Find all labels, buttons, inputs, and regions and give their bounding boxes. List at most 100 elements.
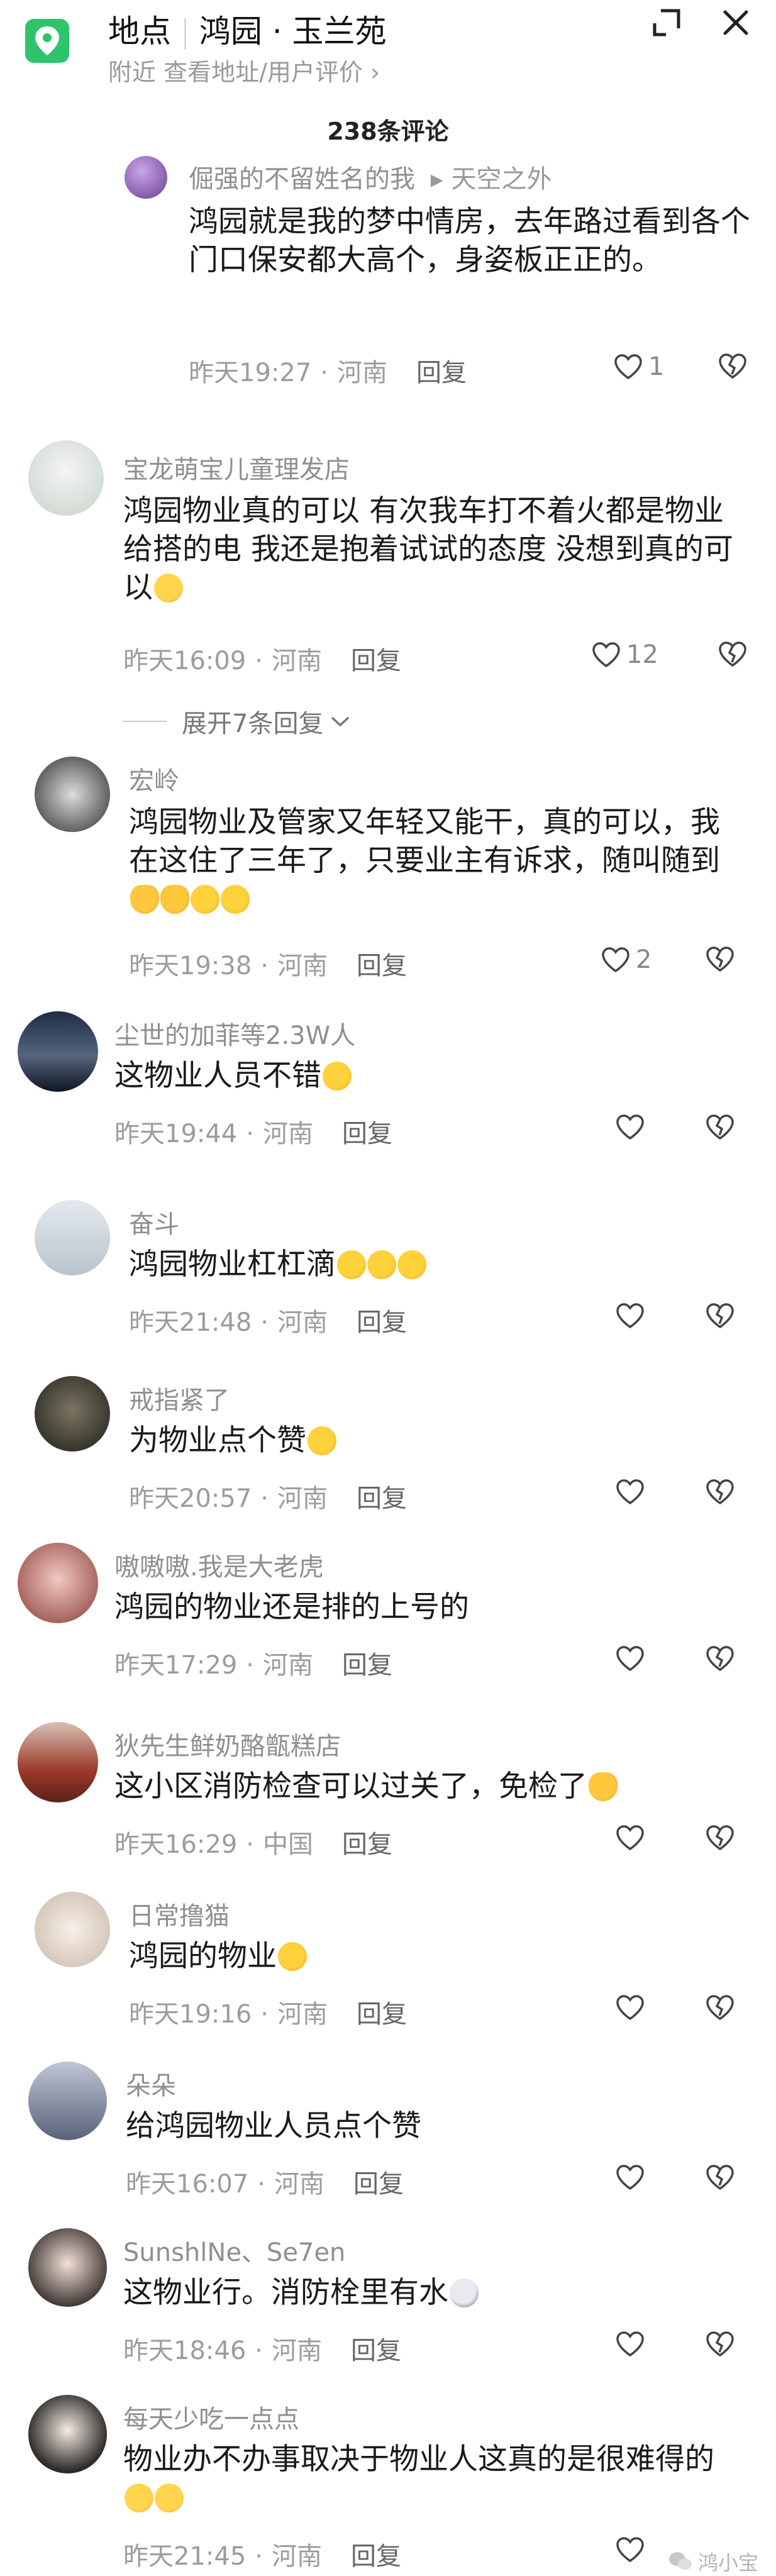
close-icon[interactable] [717,4,755,42]
reply-button[interactable]: 回复 [342,1119,392,1148]
reply-button[interactable]: 回复 [357,1308,407,1337]
like-count: 1 [648,352,665,381]
comment-username[interactable]: 朵朵 [126,2065,176,2102]
avatar[interactable] [35,1200,110,1275]
comment-region: 河南 [337,358,387,387]
comment-text: 鸿园物业真的可以 有次我车打不着火都是物业给搭的电 我还是抱着试试的态度 没想到… [123,494,733,605]
comment-text: 这小区消防检查可以过关了，免检了 [114,1767,743,1806]
avatar[interactable] [28,2062,107,2140]
comment-username[interactable]: 奋斗 [129,1204,179,1240]
like-button[interactable] [615,1113,650,1141]
laughing-crying-emoji-icon [154,574,183,602]
dislike-button[interactable] [704,2163,736,2194]
reply-button[interactable]: 回复 [342,1830,392,1859]
comment-username[interactable]: 日常撸猫 [129,1896,230,1932]
like-button[interactable]: 2 [601,945,651,974]
watermark: 鸿小宝 [668,2547,758,2576]
dislike-button[interactable] [704,2330,736,2360]
reply-button[interactable]: 回复 [416,358,467,387]
avatar[interactable] [18,1011,98,1092]
broken-heart-icon [706,1114,734,1140]
avatar[interactable] [18,1722,98,1802]
heart-icon [592,642,620,668]
comment-username[interactable]: 宏岭 [129,760,179,797]
dislike-button[interactable] [704,1302,736,1332]
dislike-button[interactable] [704,1113,736,1143]
comment-username[interactable]: 戒指紧了 [129,1380,230,1416]
comment-count: 238条评论 [327,118,449,145]
dislike-button[interactable] [704,1478,736,1508]
fingers-crossed-emoji-icon [160,885,189,914]
expand-replies-button[interactable]: 展开7条回复 [123,703,351,740]
like-button[interactable] [615,1824,650,1852]
comment-meta: 昨天16:07 · 河南 回复 [126,2170,404,2199]
reply-button[interactable]: 回复 [357,1484,407,1513]
reply-button[interactable]: 回复 [357,2000,407,2029]
thumbs-up-emoji-icon [397,1250,426,1279]
comment-text: 为物业点个赞 [129,1421,745,1460]
heart-icon [616,1995,644,2021]
heart-icon [616,1825,644,1851]
like-button[interactable] [615,1302,650,1330]
comment-region: 河南 [272,2336,322,2365]
comment-meta: 昨天16:09 · 河南 回复 [123,647,401,675]
avatar[interactable] [125,156,167,199]
chevron-down-icon [331,716,350,727]
comment-username[interactable]: 嗷嗷嗷.我是大老虎 [114,1546,324,1583]
like-button[interactable] [615,2330,650,2358]
broken-heart-icon [719,641,746,667]
like-button[interactable]: 12 [591,640,658,669]
comment-meta: 昨天21:45 · 河南 回复 [123,2542,401,2571]
avatar[interactable] [28,2395,107,2473]
dislike-button[interactable] [704,1645,736,1675]
reply-to-label: ▸ 天空之外 [430,165,552,194]
like-button[interactable]: 1 [613,352,664,381]
avatar[interactable] [18,1543,98,1623]
comment-time: 昨天21:48 [129,1308,252,1337]
dislike-button[interactable] [704,1994,736,2024]
reply-button[interactable]: 回复 [351,647,401,675]
reply-button[interactable]: 回复 [351,2336,401,2365]
reply-button[interactable]: 回复 [357,952,407,980]
wechat-icon [668,2552,692,2570]
comment-meta: 昨天19:44 · 河南 回复 [114,1119,392,1148]
heart-icon [616,1303,644,1329]
comment-text: 这物业行。消防栓里有水 [123,2273,740,2312]
reply-button[interactable]: 回复 [353,2170,404,2199]
comment-meta: 昨天20:57 · 河南 回复 [129,1484,407,1513]
location-pin-icon[interactable] [25,19,69,63]
comment-username[interactable]: 每天少吃一点点 [123,2399,299,2435]
minimize-icon[interactable] [648,4,685,42]
dislike-button[interactable] [717,352,748,382]
comment-username[interactable]: 狄先生鲜奶酪甑糕店 [114,1726,341,1762]
like-button[interactable] [615,1645,650,1672]
comment-text: 物业办不办事取决于物业人这真的是很难得的 [123,2440,740,2517]
page-title[interactable]: 地点 | 鸿园 · 玉兰苑 [108,6,387,52]
like-button[interactable] [615,2163,650,2191]
avatar[interactable] [35,757,110,832]
comment-username[interactable]: SunshlNe、Se7en [123,2232,345,2268]
avatar[interactable] [35,1376,110,1452]
dislike-button[interactable] [717,640,748,670]
comment-time: 昨天16:07 [126,2170,249,2199]
reply-button[interactable]: 回复 [351,2542,401,2571]
reply-button[interactable]: 回复 [342,1651,392,1680]
subtitle-link[interactable]: 附近 查看地址/用户评价 › [108,53,380,87]
dislike-button[interactable] [704,945,736,975]
comment-username[interactable]: 宝龙萌宝儿童理发店 [123,449,350,486]
like-button[interactable] [615,1994,650,2021]
comment-time: 昨天19:38 [129,952,252,980]
comment-meta: 昨天21:48 · 河南 回复 [129,1308,407,1337]
broken-heart-icon [706,947,734,972]
like-button[interactable] [615,2536,650,2563]
broken-heart-icon [719,353,746,379]
comment-time: 昨天16:09 [123,647,247,675]
comment-username[interactable]: 尘世的加菲等2.3W人 [114,1015,355,1052]
avatar[interactable] [28,440,104,516]
comment-username[interactable]: 倔强的不留姓名的我 ▸ 天空之外 [189,158,552,195]
avatar[interactable] [28,2228,107,2307]
avatar[interactable] [35,1892,110,1967]
dislike-button[interactable] [704,1824,736,1854]
like-button[interactable] [615,1478,650,1506]
broken-heart-icon [706,2165,734,2190]
